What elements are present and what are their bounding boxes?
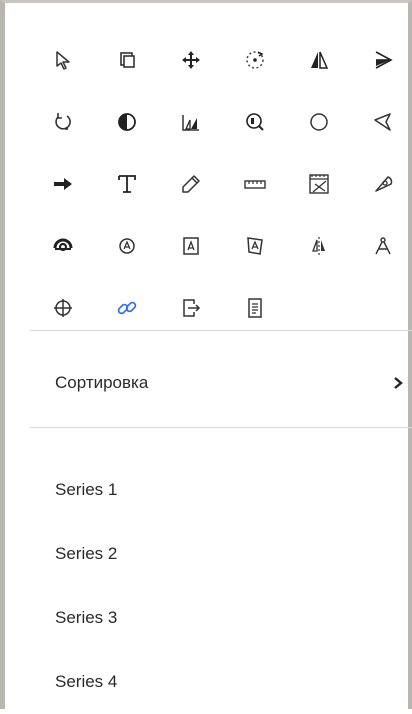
crosshair-icon bbox=[54, 299, 72, 317]
reflect-label-tool[interactable] bbox=[287, 215, 351, 277]
export-icon bbox=[183, 299, 201, 317]
label-box-tool[interactable] bbox=[159, 215, 223, 277]
arrow-tool[interactable] bbox=[31, 153, 95, 215]
series-item-1[interactable]: Series 1 bbox=[55, 458, 395, 522]
divider bbox=[30, 427, 412, 428]
skew-label-icon bbox=[247, 237, 263, 255]
ruler-tool[interactable] bbox=[223, 153, 287, 215]
polygon-icon bbox=[374, 113, 391, 131]
text-tool[interactable] bbox=[95, 153, 159, 215]
arrow-right-icon bbox=[54, 178, 72, 190]
zoom-shape-icon bbox=[246, 113, 264, 131]
move-icon bbox=[182, 51, 200, 69]
series-list: Series 1 Series 2 Series 3 Series 4 bbox=[55, 458, 395, 714]
polygon-tool[interactable] bbox=[351, 91, 412, 153]
reflect-line-tool[interactable] bbox=[287, 29, 351, 91]
circle-icon bbox=[310, 113, 328, 131]
series-item-2[interactable]: Series 2 bbox=[55, 522, 395, 586]
series-item-4[interactable]: Series 4 bbox=[55, 650, 395, 714]
label-box-icon bbox=[183, 237, 199, 255]
label-point-tool[interactable] bbox=[95, 215, 159, 277]
label-point-icon bbox=[119, 238, 135, 254]
document-icon bbox=[248, 298, 262, 318]
skew-label-tool[interactable] bbox=[223, 215, 287, 277]
contrast-icon bbox=[118, 113, 136, 131]
reflect-label-icon bbox=[312, 237, 325, 255]
series-item-3[interactable]: Series 3 bbox=[55, 586, 395, 650]
protractor-ruler-icon bbox=[309, 174, 329, 194]
sort-label: Сортировка bbox=[55, 373, 149, 392]
contrast-tool[interactable] bbox=[95, 91, 159, 153]
tool-panel: Сортировка Series 1 Series 2 Series 3 Se… bbox=[0, 0, 412, 709]
pencil-tool[interactable] bbox=[159, 153, 223, 215]
sort-menu-item[interactable]: Сортировка bbox=[55, 363, 407, 403]
protractor-tool[interactable] bbox=[351, 153, 412, 215]
rotate-point-icon bbox=[246, 51, 264, 69]
pointer-tool[interactable] bbox=[31, 29, 95, 91]
protractor-icon bbox=[375, 176, 393, 192]
rotate-point-tool[interactable] bbox=[223, 29, 287, 91]
target-tool[interactable] bbox=[31, 215, 95, 277]
copy-icon bbox=[120, 52, 135, 68]
series-label: Series 1 bbox=[55, 480, 118, 499]
divider bbox=[30, 330, 412, 331]
series-label: Series 2 bbox=[55, 544, 118, 563]
circle-tool[interactable] bbox=[287, 91, 351, 153]
target-icon bbox=[53, 238, 73, 252]
pencil-icon bbox=[182, 175, 200, 193]
compass-tool[interactable] bbox=[351, 215, 412, 277]
pointer-icon bbox=[56, 51, 70, 70]
ray-tool[interactable] bbox=[351, 29, 412, 91]
rotate-icon bbox=[55, 113, 71, 130]
series-label: Series 3 bbox=[55, 608, 118, 627]
chevron-right-icon bbox=[391, 376, 405, 390]
protractor-ruler-tool[interactable] bbox=[287, 153, 351, 215]
rotate-tool[interactable] bbox=[31, 91, 95, 153]
zoom-shape-tool[interactable] bbox=[223, 91, 287, 153]
dilate-icon bbox=[182, 115, 199, 131]
dilate-tool[interactable] bbox=[159, 91, 223, 153]
series-label: Series 4 bbox=[55, 672, 118, 691]
ruler-icon bbox=[244, 180, 266, 189]
reflect-line-icon bbox=[311, 51, 329, 69]
tool-grid bbox=[31, 29, 407, 339]
copy-tool[interactable] bbox=[95, 29, 159, 91]
move-tool[interactable] bbox=[159, 29, 223, 91]
text-icon bbox=[118, 175, 136, 193]
compass-icon bbox=[375, 237, 391, 255]
ray-icon bbox=[375, 51, 393, 69]
link-icon bbox=[117, 301, 137, 315]
